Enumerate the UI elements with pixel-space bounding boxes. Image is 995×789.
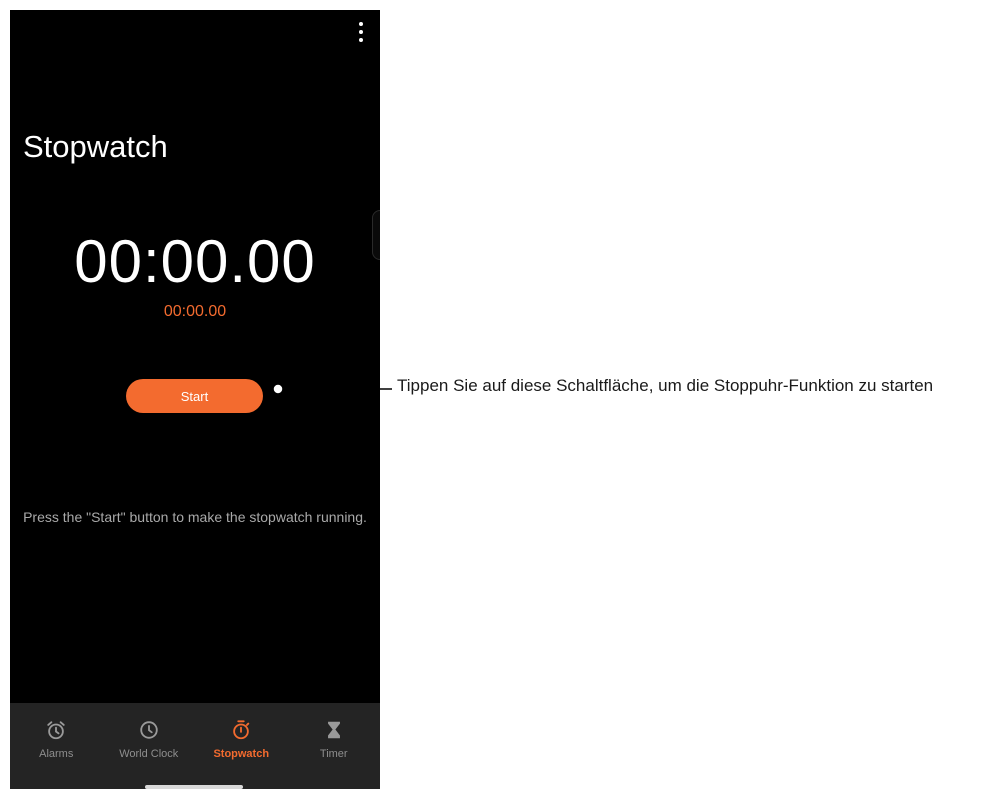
home-indicator[interactable] bbox=[145, 785, 243, 789]
nav-item-world-clock[interactable]: World Clock bbox=[103, 703, 196, 789]
nav-item-alarms[interactable]: Alarms bbox=[10, 703, 103, 789]
more-options-icon[interactable] bbox=[356, 22, 366, 42]
lap-time-display: 00:00.00 bbox=[163, 303, 227, 320]
start-button[interactable]: Start bbox=[126, 379, 263, 413]
bottom-navigation: Alarms World Clock Stopwatch Timer bbox=[10, 703, 380, 789]
stopwatch-hint-text: Press the "Start" button to make the sto… bbox=[23, 509, 367, 525]
nav-label: World Clock bbox=[119, 748, 179, 760]
alarm-icon bbox=[47, 721, 65, 740]
page-title: Stopwatch bbox=[23, 129, 168, 164]
hourglass-icon bbox=[327, 721, 340, 739]
nav-label: Timer bbox=[319, 748, 348, 760]
elapsed-time-display: 00:00.00 bbox=[74, 228, 316, 295]
nav-label: Stopwatch bbox=[213, 748, 270, 760]
nav-item-timer[interactable]: Timer bbox=[288, 703, 381, 789]
nav-item-stopwatch[interactable]: Stopwatch bbox=[195, 703, 288, 789]
stopwatch-screen: Stopwatch 00:00.00 00:00.00 Start Press … bbox=[10, 10, 380, 789]
callout-connector bbox=[272, 383, 392, 395]
clock-icon bbox=[140, 721, 158, 739]
nav-label: Alarms bbox=[39, 748, 74, 760]
callout-text: Tippen Sie auf diese Schaltfläche, um di… bbox=[397, 376, 934, 395]
stopwatch-icon bbox=[233, 720, 250, 740]
